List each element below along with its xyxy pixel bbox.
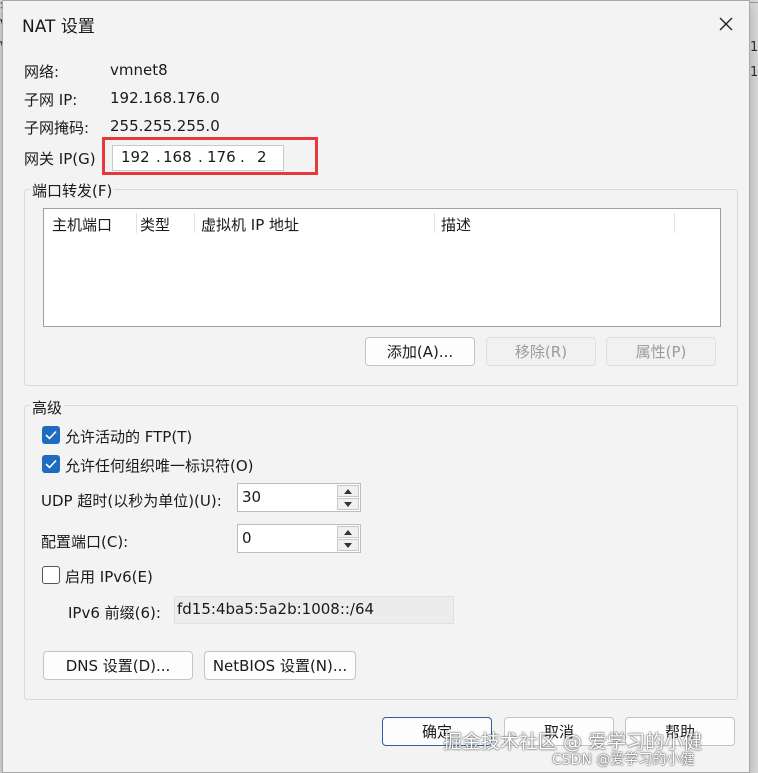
subnet-mask-value: 255.255.255.0: [110, 117, 220, 135]
close-icon: [719, 17, 733, 31]
enable-ipv6-checkbox[interactable]: [42, 566, 60, 584]
subnet-mask-label: 子网掩码:: [24, 119, 90, 137]
caret-up-icon: [344, 488, 352, 494]
udp-timeout-value[interactable]: 30: [242, 488, 261, 506]
column-separator: [434, 213, 435, 233]
caret-up-icon: [344, 529, 352, 535]
dns-settings-button[interactable]: DNS 设置(D)...: [43, 651, 193, 680]
ipv6-prefix-label: IPv6 前缀(6):: [68, 604, 161, 622]
column-separator: [136, 213, 137, 233]
udp-timeout-up-button[interactable]: [337, 485, 359, 497]
port-forwarding-legend: 端口转发(F): [30, 180, 115, 201]
advanced-legend: 高级: [30, 397, 65, 418]
udp-timeout-label: UDP 超时(以秒为单位)(U):: [41, 492, 222, 510]
allow-any-oui-checkbox[interactable]: [42, 455, 60, 473]
config-port-down-button[interactable]: [337, 539, 359, 551]
add-button[interactable]: 添加(A)...: [365, 337, 475, 366]
subnet-ip-value: 192.168.176.0: [110, 89, 220, 107]
dialog-title: NAT 设置: [22, 17, 95, 37]
ipv6-prefix-field[interactable]: fd15:4ba5:5a2b:1008::/64: [174, 596, 454, 624]
network-value: vmnet8: [110, 61, 168, 79]
column-type[interactable]: 类型: [140, 214, 170, 235]
gateway-label: 网关 IP(G): [24, 150, 96, 168]
annotation-highlight-box: [102, 137, 318, 175]
caret-down-icon: [344, 501, 352, 507]
enable-ipv6-label[interactable]: 启用 IPv6(E): [65, 566, 153, 587]
config-port-up-button[interactable]: [337, 526, 359, 538]
column-separator: [194, 213, 195, 233]
column-host-port[interactable]: 主机端口: [52, 214, 112, 235]
column-separator: [674, 213, 675, 233]
remove-button[interactable]: 移除(R): [486, 337, 596, 366]
config-port-label: 配置端口(C):: [41, 533, 129, 551]
config-port-stepper[interactable]: 0: [237, 524, 361, 553]
config-port-value[interactable]: 0: [242, 529, 252, 547]
watermark-csdn: CSDN @爱学习的小健: [552, 752, 695, 768]
allow-any-oui-label[interactable]: 允许任何组织唯一标识符(O): [65, 455, 254, 476]
udp-timeout-down-button[interactable]: [337, 498, 359, 510]
close-button[interactable]: [709, 8, 743, 40]
allow-active-ftp-checkbox[interactable]: [42, 426, 60, 444]
caret-down-icon: [344, 542, 352, 548]
ipv6-prefix-value: fd15:4ba5:5a2b:1008::/64: [177, 600, 375, 618]
bg-text: 1.0: [750, 65, 758, 80]
properties-button[interactable]: 属性(P): [606, 337, 716, 366]
column-vm-ip[interactable]: 虚拟机 IP 地址: [201, 214, 299, 235]
bg-text: 1.0: [750, 40, 758, 55]
udp-timeout-stepper[interactable]: 30: [237, 483, 361, 512]
title-bar: NAT 设置: [3, 1, 749, 47]
column-description[interactable]: 描述: [441, 214, 471, 235]
nat-settings-dialog: NAT 设置 网络: vmnet8 子网 IP: 192.168.176.0 子…: [2, 0, 750, 773]
port-forwarding-list[interactable]: 主机端口 类型 虚拟机 IP 地址 描述: [43, 208, 721, 327]
checkmark-icon: [45, 430, 57, 440]
allow-active-ftp-label[interactable]: 允许活动的 FTP(T): [65, 426, 192, 447]
checkmark-icon: [45, 459, 57, 469]
network-label: 网络:: [24, 63, 60, 81]
netbios-settings-button[interactable]: NetBIOS 设置(N)...: [204, 651, 356, 680]
subnet-ip-label: 子网 IP:: [24, 91, 78, 109]
